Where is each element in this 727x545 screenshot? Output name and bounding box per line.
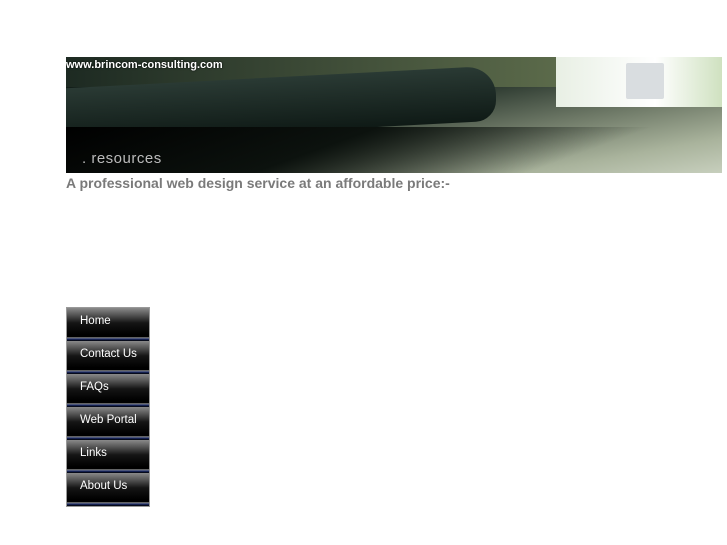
banner-caption: . resources bbox=[82, 150, 162, 167]
main-nav: Home Contact Us FAQs Web Portal Links Ab… bbox=[66, 307, 150, 507]
nav-faqs[interactable]: FAQs bbox=[67, 374, 149, 407]
header-banner-image: www.brincom-consulting.com . resources bbox=[66, 57, 722, 173]
tagline: A professional web design service at an … bbox=[66, 175, 450, 191]
nav-contact-us[interactable]: Contact Us bbox=[67, 341, 149, 374]
nav-about-us[interactable]: About Us bbox=[67, 473, 149, 506]
nav-home[interactable]: Home bbox=[67, 308, 149, 341]
nav-links[interactable]: Links bbox=[67, 440, 149, 473]
nav-web-portal[interactable]: Web Portal bbox=[67, 407, 149, 440]
site-url: www.brincom-consulting.com bbox=[66, 59, 223, 71]
banner-laptop bbox=[626, 63, 664, 99]
banner-shadow bbox=[66, 127, 722, 173]
